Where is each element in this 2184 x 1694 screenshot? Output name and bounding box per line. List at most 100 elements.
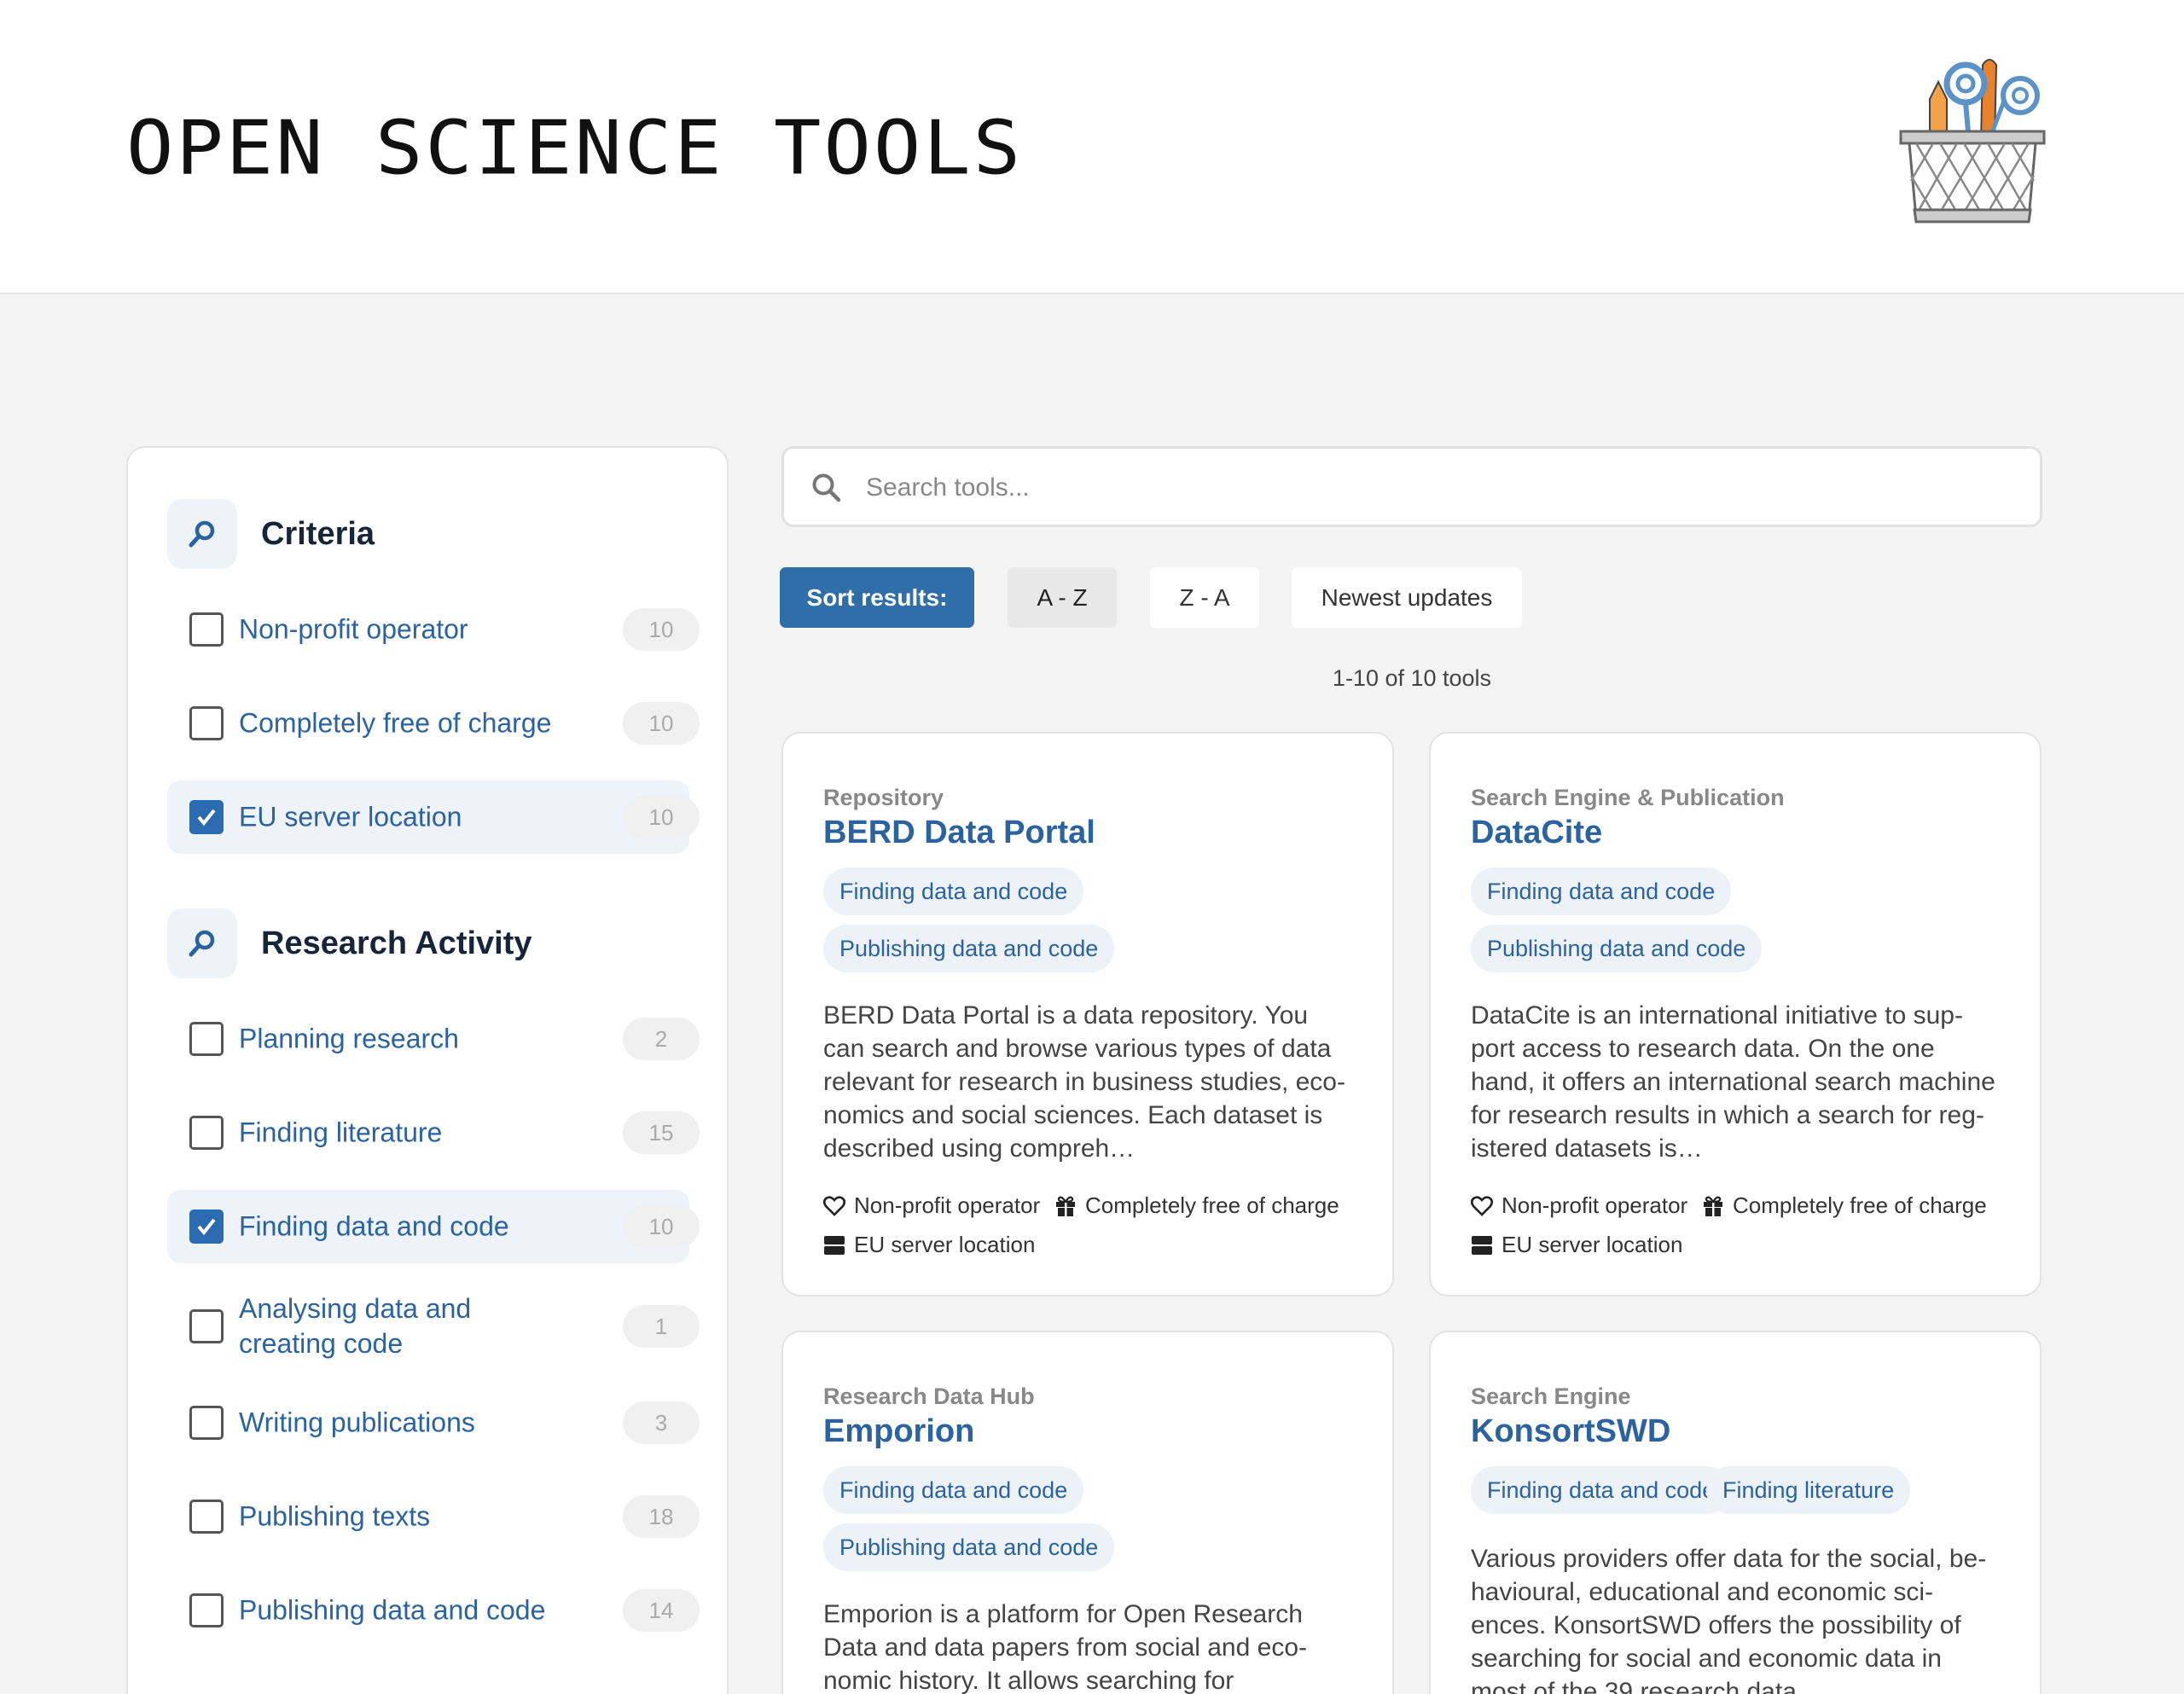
filter-count-badge: 10: [623, 796, 700, 838]
checkbox[interactable]: [189, 1406, 224, 1440]
card-tag[interactable]: Finding data and code: [823, 867, 1084, 915]
sort-a-z-button[interactable]: A - Z: [1008, 567, 1117, 628]
checkbox[interactable]: [189, 800, 224, 834]
card-desc-line: hand, it offers an international search …: [1471, 1068, 1995, 1096]
search-icon: [811, 473, 842, 508]
tool-card-berd-data-portal[interactable]: Repository BERD Data Portal Finding data…: [781, 732, 1394, 1297]
card-title[interactable]: KonsortSWD: [1471, 1413, 1670, 1450]
feature-eu-server: EU server location: [823, 1232, 1035, 1258]
filter-count-badge: 15: [623, 1111, 700, 1154]
card-description: Emporion is a platform for Open Research…: [823, 1598, 1361, 1694]
filter-label[interactable]: Publishing texts: [239, 1500, 555, 1534]
card-description: Various providers offer data for the soc…: [1471, 1542, 2008, 1694]
tool-card-emporion[interactable]: Research Data Hub Emporion Finding data …: [781, 1331, 1394, 1694]
card-description: BERD Data Portal is a data repository. Y…: [823, 999, 1361, 1165]
research-activity-section-header: Research Activity: [167, 908, 532, 978]
checkbox[interactable]: [189, 1309, 224, 1343]
filter-count-badge: 10: [623, 1205, 700, 1248]
server-icon: [1472, 1235, 1492, 1255]
search-input[interactable]: [866, 464, 2009, 512]
card-tag[interactable]: Publishing data and code: [823, 925, 1115, 972]
card-desc-line: can search and browse various types of d…: [823, 1035, 1332, 1063]
filter-analysing-data[interactable]: Analysing data and creating code 1: [167, 1284, 700, 1369]
card-title[interactable]: Emporion: [823, 1413, 974, 1450]
card-desc-line: nomics and social sciences. Each dataset…: [823, 1101, 1323, 1129]
feature-non-profit: Non-profit operator: [1471, 1192, 1687, 1219]
card-desc-line: havioural, educational and economic sci-: [1471, 1578, 1933, 1606]
card-desc-line: Data and data papers from social and eco…: [823, 1633, 1307, 1662]
feature-eu-server: EU server location: [1471, 1232, 1682, 1258]
filter-finding-data-and-code[interactable]: Finding data and code 10: [167, 1190, 700, 1263]
card-tag[interactable]: Finding literature: [1706, 1466, 1911, 1514]
card-title[interactable]: DataCite: [1471, 815, 1602, 851]
card-desc-line: DataCite is an international initiative …: [1471, 1001, 1963, 1030]
card-tag[interactable]: Finding data and code: [1471, 1466, 1732, 1514]
site-title[interactable]: OPEN SCIENCE TOOLS: [126, 105, 1023, 192]
filter-count-badge: 10: [623, 608, 700, 651]
research-activity-title: Research Activity: [261, 925, 532, 961]
tool-card-konsortswd[interactable]: Search Engine KonsortSWD Finding data an…: [1429, 1331, 2042, 1694]
sort-newest-button[interactable]: Newest updates: [1292, 567, 1522, 628]
feature-label: EU server location: [854, 1232, 1036, 1257]
filter-eu-server-location[interactable]: EU server location 10: [167, 780, 700, 854]
filter-label[interactable]: Finding data and code: [239, 1210, 555, 1244]
card-type: Search Engine: [1471, 1384, 1631, 1409]
sort-z-a-button[interactable]: Z - A: [1150, 567, 1259, 628]
card-type: Repository: [823, 785, 944, 810]
feature-label: Non-profit operator: [854, 1192, 1041, 1218]
filter-publishing-data-and-code[interactable]: Publishing data and code 14: [167, 1574, 700, 1647]
checkbox[interactable]: [189, 1022, 224, 1056]
card-type: Research Data Hub: [823, 1384, 1035, 1409]
card-desc-line: for research results in which a search f…: [1471, 1101, 1984, 1129]
feature-non-profit: Non-profit operator: [823, 1192, 1040, 1219]
card-desc-line: Various providers offer data for the soc…: [1471, 1545, 1987, 1573]
card-desc-line: nomic history. It allows searching for: [823, 1667, 1234, 1694]
checkbox[interactable]: [189, 1116, 224, 1150]
filter-non-profit-operator[interactable]: Non-profit operator 10: [167, 593, 700, 666]
card-tag[interactable]: Finding data and code: [1471, 867, 1732, 915]
basket-logo-icon[interactable]: [1896, 48, 2049, 227]
filter-sidebar: Criteria Non-profit operator 10 Complete…: [126, 446, 729, 1694]
filter-label[interactable]: Publishing data and code: [239, 1593, 555, 1628]
filter-count-badge: 2: [623, 1018, 700, 1060]
filter-label[interactable]: Non-profit operator: [239, 612, 555, 647]
feature-free-of-charge: Completely free of charge: [1054, 1192, 1339, 1219]
filter-writing-publications[interactable]: Writing publications 3: [167, 1386, 700, 1459]
card-tag[interactable]: Finding data and code: [823, 1466, 1084, 1514]
card-desc-line: searching for social and economic data i…: [1471, 1645, 1942, 1673]
checkbox[interactable]: [189, 1500, 224, 1534]
filter-finding-literature[interactable]: Finding literature 15: [167, 1096, 700, 1169]
feature-label: Non-profit operator: [1502, 1192, 1688, 1218]
filter-count-badge: 18: [623, 1495, 700, 1538]
checkbox[interactable]: [189, 1210, 224, 1244]
card-desc-line: istered datasets is…: [1471, 1134, 1703, 1163]
site-header: OPEN SCIENCE TOOLS: [0, 0, 2184, 294]
criteria-title: Criteria: [261, 515, 375, 552]
filter-count-badge: 10: [623, 702, 700, 745]
filter-publishing-texts[interactable]: Publishing texts 18: [167, 1480, 700, 1553]
checkbox[interactable]: [189, 1593, 224, 1627]
feature-label: Completely free of charge: [1733, 1192, 1987, 1218]
card-desc-line: Emporion is a platform for Open Research: [823, 1600, 1303, 1628]
filter-label[interactable]: Analysing data and creating code: [239, 1291, 495, 1361]
filter-count-badge: 3: [623, 1401, 700, 1444]
filter-free-of-charge[interactable]: Completely free of charge 10: [167, 687, 700, 760]
filter-planning-research[interactable]: Planning research 2: [167, 1002, 700, 1076]
tool-card-datacite[interactable]: Search Engine & Publication DataCite Fin…: [1429, 732, 2042, 1297]
checkbox[interactable]: [189, 706, 224, 740]
feature-label: Completely free of charge: [1085, 1192, 1339, 1218]
card-tag[interactable]: Publishing data and code: [1471, 925, 1763, 972]
filter-label[interactable]: Planning research: [239, 1022, 555, 1057]
card-title[interactable]: BERD Data Portal: [823, 815, 1095, 851]
heart-icon: [823, 1195, 845, 1216]
search-box[interactable]: [781, 446, 2042, 527]
filter-label[interactable]: EU server location: [239, 800, 555, 835]
gift-icon: [1704, 1196, 1722, 1216]
filter-label[interactable]: Completely free of charge: [239, 706, 555, 741]
card-tag[interactable]: Publishing data and code: [823, 1523, 1115, 1571]
feature-free-of-charge: Completely free of charge: [1702, 1192, 1987, 1219]
card-type: Search Engine & Publication: [1471, 785, 1785, 810]
filter-label[interactable]: Writing publications: [239, 1406, 555, 1441]
checkbox[interactable]: [189, 612, 224, 647]
filter-label[interactable]: Finding literature: [239, 1116, 555, 1151]
